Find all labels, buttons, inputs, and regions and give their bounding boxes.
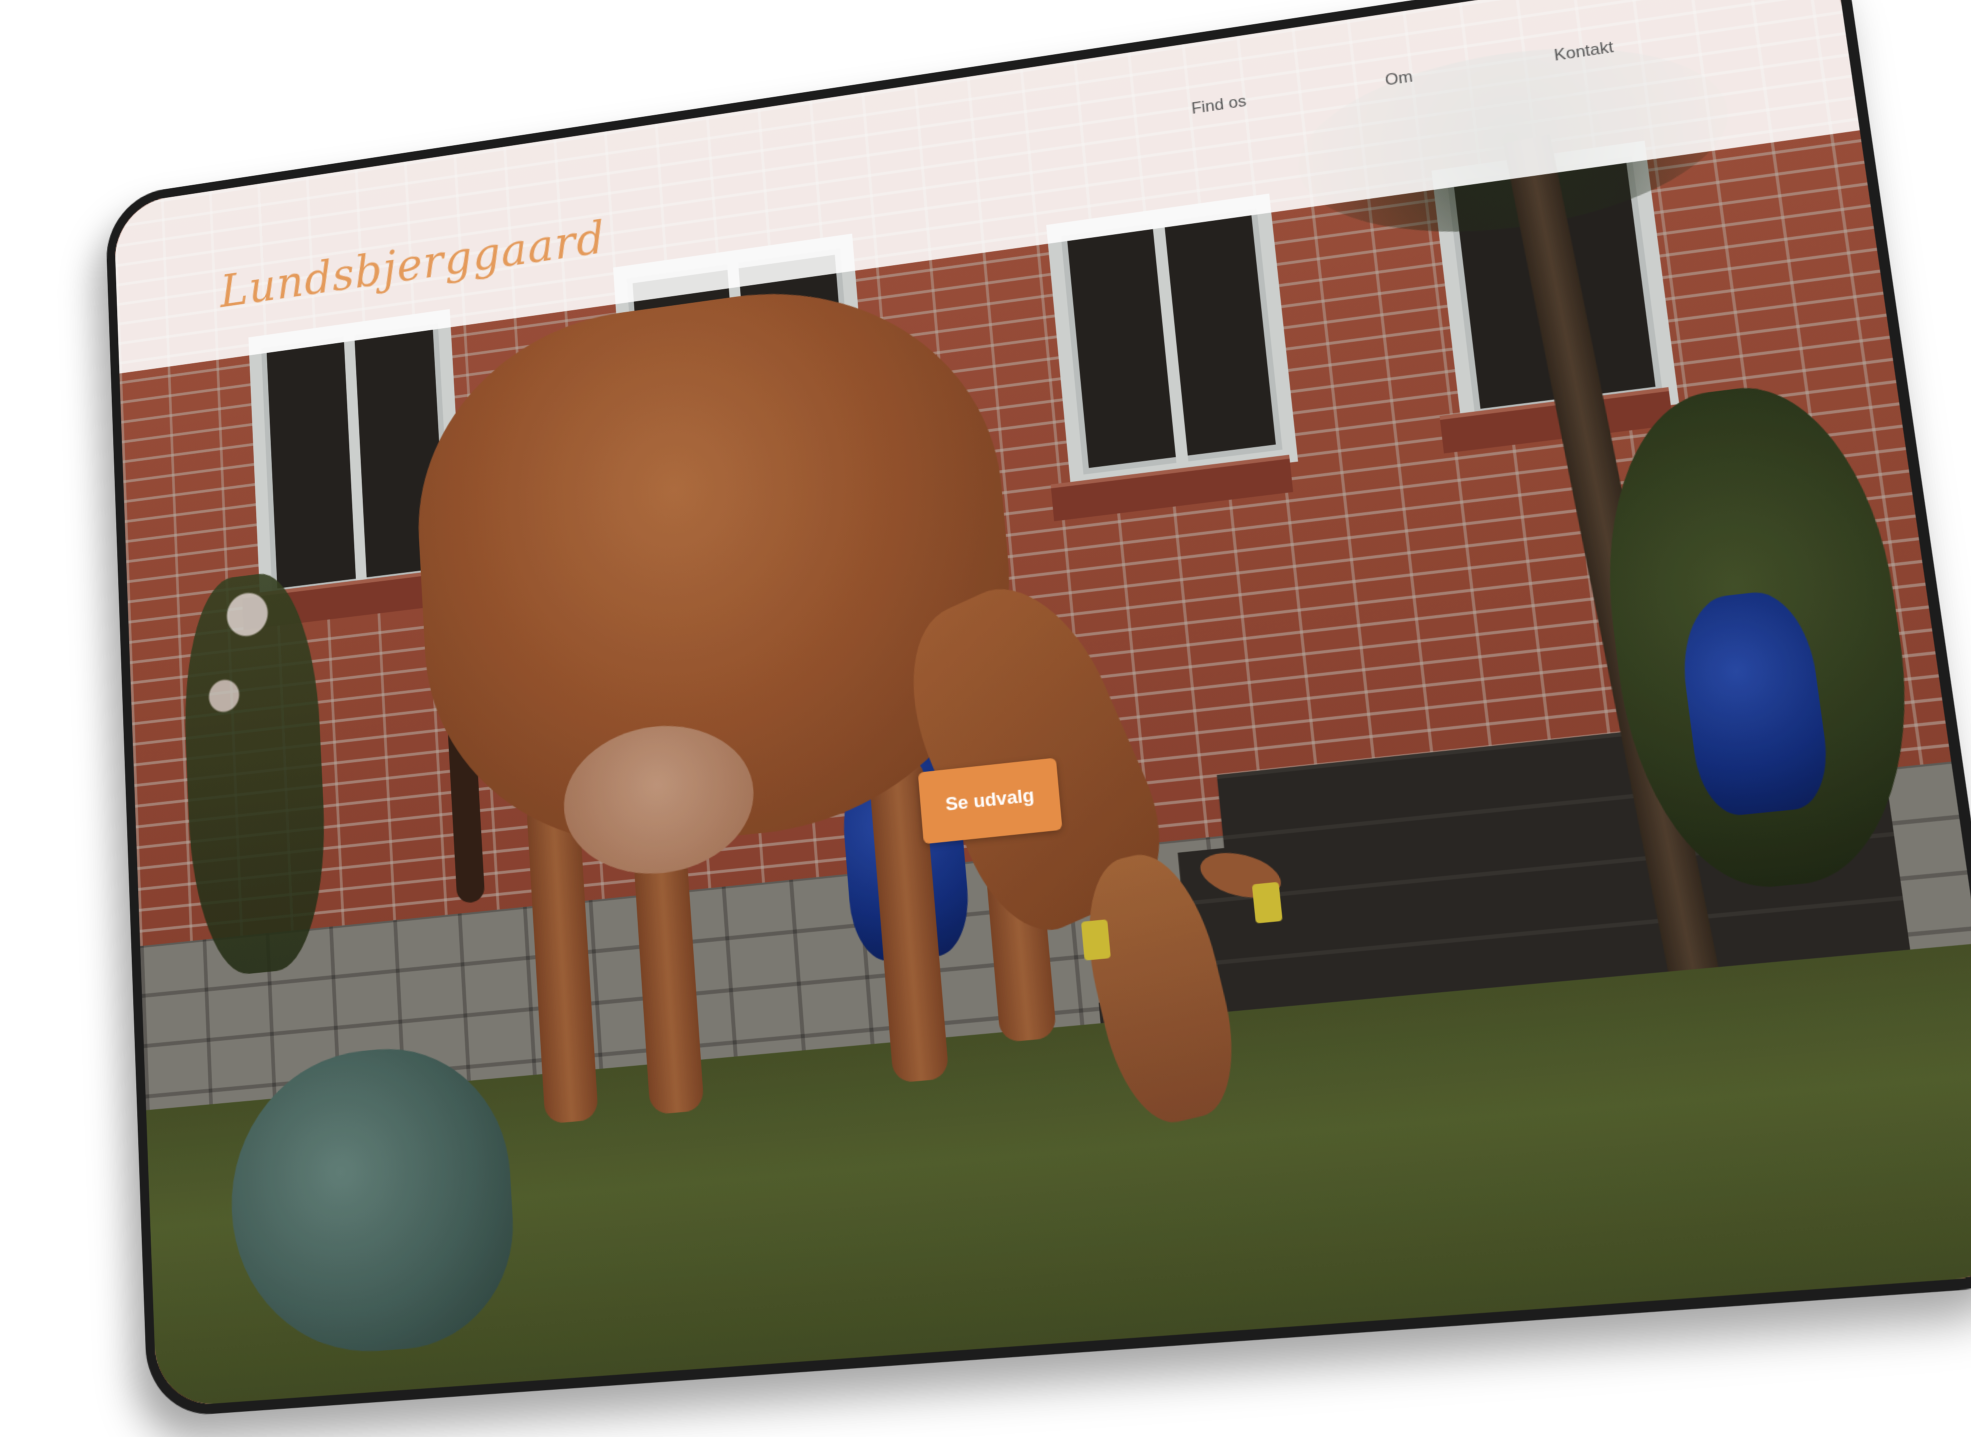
site-logo[interactable]: Lundsbjerggaard bbox=[219, 212, 606, 318]
nav-link-kontakt[interactable]: Kontakt bbox=[1553, 38, 1615, 66]
website-screen: Lundsbjerggaard Find os Om Kontakt Se ud… bbox=[113, 0, 1971, 1408]
nav-link-om[interactable]: Om bbox=[1384, 67, 1414, 90]
nav-link-find-os[interactable]: Find os bbox=[1191, 92, 1248, 119]
see-selection-button[interactable]: Se udvalg bbox=[917, 757, 1063, 845]
main-nav: Find os Om Kontakt bbox=[1191, 38, 1615, 119]
tablet-device-frame: Lundsbjerggaard Find os Om Kontakt Se ud… bbox=[104, 0, 1971, 1419]
page-stage: Lundsbjerggaard Find os Om Kontakt Se ud… bbox=[0, 0, 1971, 1437]
